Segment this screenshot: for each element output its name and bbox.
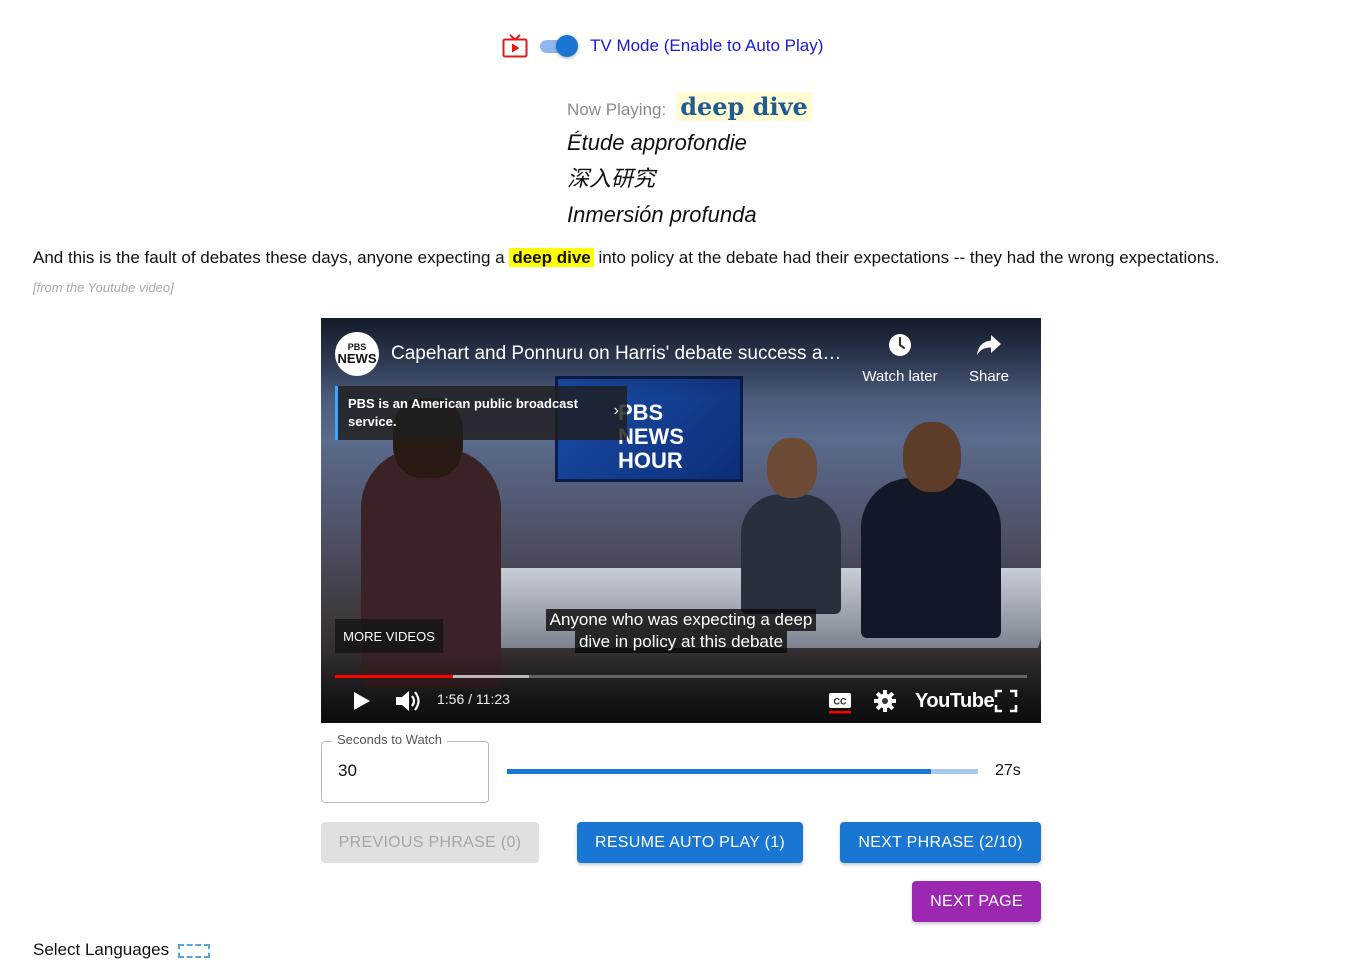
- now-playing-label: Now Playing:: [567, 100, 667, 119]
- player-controls: 1:56 / 11:23 CC YouTube: [321, 684, 1041, 718]
- youtube-logo[interactable]: YouTube: [915, 690, 995, 713]
- svg-text:CC: CC: [834, 697, 847, 707]
- tv-play-icon: [502, 34, 528, 58]
- volume-icon[interactable]: [393, 688, 423, 719]
- info-card-text: PBS is an American public broadcast serv…: [348, 396, 578, 429]
- translation-french: Étude approfondie: [567, 130, 747, 155]
- progress-played: [335, 675, 453, 678]
- caption-line-2: dive in policy at this debate: [574, 631, 788, 653]
- previous-phrase-button[interactable]: PREVIOUS PHRASE (0): [321, 822, 539, 863]
- watch-timer-bar: [507, 769, 978, 774]
- studio-logo-line3: HOUR: [618, 448, 683, 473]
- chevron-right-icon: ›: [613, 402, 619, 419]
- video-caption: Anyone who was expecting a deep dive in …: [321, 609, 1041, 653]
- closed-captions-icon[interactable]: CC: [827, 688, 853, 719]
- language-selector-placeholder[interactable]: [177, 943, 210, 958]
- guest-figure-1: [741, 494, 841, 614]
- share-button[interactable]: Share: [944, 332, 1034, 385]
- fullscreen-icon[interactable]: [993, 688, 1019, 719]
- youtube-video-player[interactable]: PBS NEWS HOUR PBS NEWS Capehart and Ponn…: [321, 318, 1041, 723]
- translation-chinese: 深入研究: [567, 166, 656, 191]
- studio-logo: PBS NEWS HOUR: [618, 401, 684, 473]
- tv-mode-switch[interactable]: [538, 34, 580, 58]
- play-icon[interactable]: [349, 688, 373, 719]
- studio-logo-line1: PBS: [618, 400, 664, 425]
- watch-later-label: Watch later: [862, 368, 938, 385]
- clock-icon: [887, 332, 913, 362]
- caption-line-1: Anyone who was expecting a deep: [545, 609, 817, 631]
- seconds-to-watch-input[interactable]: [336, 760, 476, 782]
- tv-mode-toggle-row: TV Mode (Enable to Auto Play): [502, 34, 823, 58]
- guest-head-2: [903, 422, 961, 492]
- select-languages: Select Languages: [33, 940, 210, 960]
- video-time: 1:56 / 11:23: [437, 691, 510, 707]
- video-progress-bar[interactable]: [335, 675, 1027, 678]
- next-page-button[interactable]: NEXT PAGE: [912, 881, 1041, 922]
- sentence-before: And this is the fault of debates these d…: [33, 248, 505, 267]
- channel-avatar[interactable]: PBS NEWS: [335, 332, 379, 376]
- info-card[interactable]: PBS is an American public broadcast serv…: [335, 386, 627, 440]
- share-label: Share: [968, 368, 1010, 385]
- studio-logo-line2: NEWS: [618, 424, 684, 449]
- channel-avatar-bottom: NEWS: [337, 351, 377, 366]
- share-arrow-icon: [975, 332, 1003, 362]
- tv-mode-label[interactable]: TV Mode (Enable to Auto Play): [590, 36, 823, 56]
- example-sentence: And this is the fault of debates these d…: [33, 248, 1219, 268]
- sentence-after: into policy at the debate had their expe…: [598, 248, 1220, 267]
- watch-timer-remaining: 27s: [995, 762, 1021, 779]
- next-phrase-button[interactable]: NEXT PHRASE (2/10): [840, 822, 1041, 863]
- translation-list: Étude approfondie 深入研究 Inmersión profund…: [567, 125, 812, 233]
- translation-spanish: Inmersión profunda: [567, 202, 757, 227]
- resume-auto-play-button[interactable]: RESUME AUTO PLAY (1): [577, 822, 803, 863]
- watch-later-button[interactable]: Watch later: [855, 332, 945, 385]
- guest-head-1: [767, 438, 817, 498]
- seconds-to-watch-field[interactable]: Seconds to Watch: [321, 732, 489, 803]
- select-languages-label: Select Languages: [33, 940, 170, 959]
- watch-timer-fill: [507, 769, 931, 774]
- now-playing-row: Now Playing: deep dive: [567, 92, 812, 121]
- switch-knob[interactable]: [556, 35, 578, 57]
- sentence-highlight: deep dive: [509, 248, 594, 267]
- settings-gear-icon[interactable]: [872, 688, 898, 719]
- seconds-to-watch-label: Seconds to Watch: [332, 732, 448, 747]
- sentence-source: [from the Youtube video]: [33, 280, 174, 295]
- now-playing-panel: Now Playing: deep dive Étude approfondie…: [567, 92, 812, 233]
- video-title[interactable]: Capehart and Ponnuru on Harris' debate s…: [391, 343, 851, 365]
- now-playing-phrase: deep dive: [676, 92, 812, 121]
